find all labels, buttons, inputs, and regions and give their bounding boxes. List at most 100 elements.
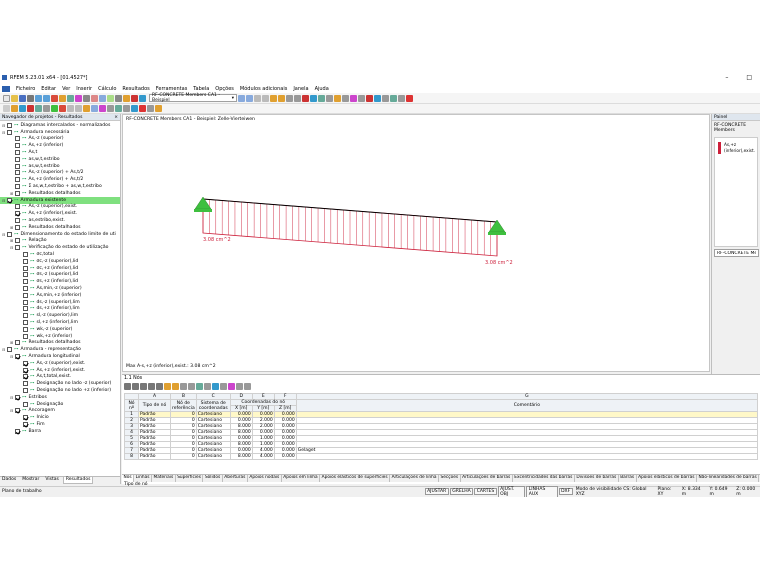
tab-resultados[interactable]: Resultados [62, 477, 94, 484]
table-tab[interactable]: Superfícies [176, 475, 204, 482]
tree-checkbox[interactable] [15, 353, 20, 359]
view-icon-20[interactable] [406, 94, 413, 102]
table-tab[interactable]: Não-linearidades de barras [697, 475, 760, 482]
tree-item[interactable]: ⊟ ⊶ Armadura necessária [0, 129, 120, 136]
tool-icon-5[interactable] [99, 94, 106, 102]
tree-item[interactable]: ⊶ Designação [0, 401, 120, 408]
view-icon-15[interactable] [366, 94, 373, 102]
cell-y[interactable]: 4.000 [251, 453, 275, 460]
tree-toggle-icon[interactable]: ⊟ [10, 395, 14, 400]
tree-item[interactable]: ⊶ As,-z (superior) + As,t/2 [0, 170, 120, 177]
menu-modulos[interactable]: Módulos adicionais [240, 86, 287, 92]
table-tab[interactable]: Materiais [152, 475, 176, 482]
print-icon[interactable] [27, 94, 34, 102]
status-btn-ajustar[interactable]: AJUSTAR [424, 488, 449, 495]
table-tool-6[interactable] [164, 383, 171, 390]
snap-icon-7[interactable] [115, 105, 122, 112]
menu-janela[interactable]: Janela [293, 86, 308, 92]
tree-item[interactable]: ⊟ ⊶ Armadura existente [0, 196, 120, 204]
tree-item[interactable]: ⊶ wk,+z (inferior) [0, 333, 120, 340]
tree-item[interactable]: ⊶ σs,-z (superior),lid [0, 272, 120, 279]
line-icon[interactable] [19, 105, 26, 112]
view-icon-1[interactable] [254, 94, 261, 102]
tree-item[interactable]: ⊶ Fim [0, 421, 120, 428]
snap-icon-3[interactable] [83, 105, 90, 112]
tree-checkbox[interactable] [23, 360, 28, 366]
tree-checkbox[interactable] [23, 279, 28, 285]
snap-icon-1[interactable] [67, 105, 74, 112]
cell-tipo[interactable]: Padrão [138, 453, 171, 460]
tree-item[interactable]: ⊶ As,min,-z (superior) [0, 285, 120, 292]
surface-icon[interactable] [35, 105, 42, 112]
tree-item[interactable]: ⊞ ⊶ Resultados detalhados [0, 190, 120, 197]
tree-checkbox[interactable] [15, 143, 20, 149]
tree-checkbox[interactable] [23, 252, 28, 258]
tree-checkbox[interactable] [23, 292, 28, 298]
tree-item[interactable]: ⊶ Designação no lado +z (inferior) [0, 387, 120, 394]
tree-item[interactable]: ⊶ As,-z (superior),exist. [0, 204, 120, 211]
tree-toggle-icon[interactable]: ⊟ [2, 130, 6, 135]
table-tool-4[interactable] [148, 383, 155, 390]
tree-toggle-icon[interactable]: ⊟ [2, 232, 6, 237]
tree-checkbox[interactable] [7, 129, 12, 135]
snap-icon-10[interactable] [139, 105, 146, 112]
view-icon-14[interactable] [358, 94, 365, 102]
tree-checkbox[interactable] [23, 306, 28, 312]
view-icon-16[interactable] [374, 94, 381, 102]
tool-icon-2[interactable] [75, 94, 82, 102]
tree-checkbox[interactable] [15, 340, 20, 346]
tree-checkbox[interactable] [23, 326, 28, 332]
tree-item[interactable]: ⊟ ⊶ Verificação do estado de utilização [0, 244, 120, 251]
menu-opcoes[interactable]: Opções [215, 86, 234, 92]
menu-resultados[interactable]: Resultados [122, 86, 149, 92]
tree-item[interactable]: ⊶ Designação no lado -z (superior) [0, 380, 120, 387]
tool-icon-7[interactable] [115, 94, 122, 102]
tool-icon-8[interactable] [123, 94, 130, 102]
tree-checkbox[interactable] [15, 163, 20, 169]
tab-mostrar[interactable]: Mostrar [20, 477, 41, 484]
table-tool-14[interactable] [228, 383, 235, 390]
view-icon-10[interactable] [326, 94, 333, 102]
tree-checkbox[interactable] [23, 381, 28, 387]
snap-icon-9[interactable] [131, 105, 138, 112]
tool-icon-1[interactable] [67, 94, 74, 102]
tree-item[interactable]: ⊟ ⊶ Estribos [0, 394, 120, 401]
tree-item[interactable]: ⊟ ⊶ Diagramas intercalados - normalizados [0, 122, 120, 129]
cell-z[interactable]: 0.000 [273, 453, 297, 460]
status-btn-cartes[interactable]: CARTES [474, 488, 497, 495]
tree-checkbox[interactable] [15, 408, 20, 414]
new-icon[interactable] [3, 94, 10, 102]
view-icon-12[interactable] [342, 94, 349, 102]
graphics-viewport[interactable]: RF-CONCRETE Members CA1 - Beispiel: Zell… [122, 114, 710, 372]
table-tool-2[interactable] [132, 383, 139, 390]
tab-vistas[interactable]: Vistas [43, 477, 60, 484]
tool-icon-3[interactable] [83, 94, 90, 102]
tree-checkbox[interactable] [15, 211, 20, 217]
tree-checkbox[interactable] [15, 170, 20, 176]
tree-item[interactable]: ⊶ As,+z (inferior),exist. [0, 210, 120, 217]
view-icon-17[interactable] [382, 94, 389, 102]
table-tool-15[interactable] [236, 383, 243, 390]
status-btn-dxf[interactable]: DXF [558, 488, 573, 495]
tree-checkbox[interactable] [7, 231, 12, 237]
tree-item[interactable]: ⊶ σc,-z (superior),lid [0, 258, 120, 265]
tree-item[interactable]: ⊶ As,+z (inferior) [0, 142, 120, 149]
tree-item[interactable]: ⊶ σc,total [0, 251, 120, 258]
menu-tabela[interactable]: Tabela [193, 86, 209, 92]
tree-item[interactable]: ⊶ As,t [0, 149, 120, 156]
open-icon[interactable] [11, 94, 18, 102]
view-icon-8[interactable] [310, 94, 317, 102]
calc-icon[interactable] [51, 94, 58, 102]
table-tab[interactable]: Apoios nodais [248, 475, 282, 482]
view-icon-4[interactable] [278, 94, 285, 102]
support-icon[interactable] [51, 105, 58, 112]
table-tab[interactable]: Sólidos [203, 475, 223, 482]
tree-checkbox[interactable] [15, 218, 20, 224]
tree-checkbox[interactable] [7, 197, 12, 203]
table-tab[interactable]: Excentricidades das barras [513, 475, 575, 482]
tree-item[interactable]: ⊞ ⊶ Resultados detalhados [0, 340, 120, 347]
table-tab[interactable]: Nós [122, 475, 135, 482]
tree-toggle-icon[interactable]: ⊟ [2, 123, 6, 128]
view-icon-3[interactable] [270, 94, 277, 102]
snap-icon-11[interactable] [147, 105, 154, 112]
